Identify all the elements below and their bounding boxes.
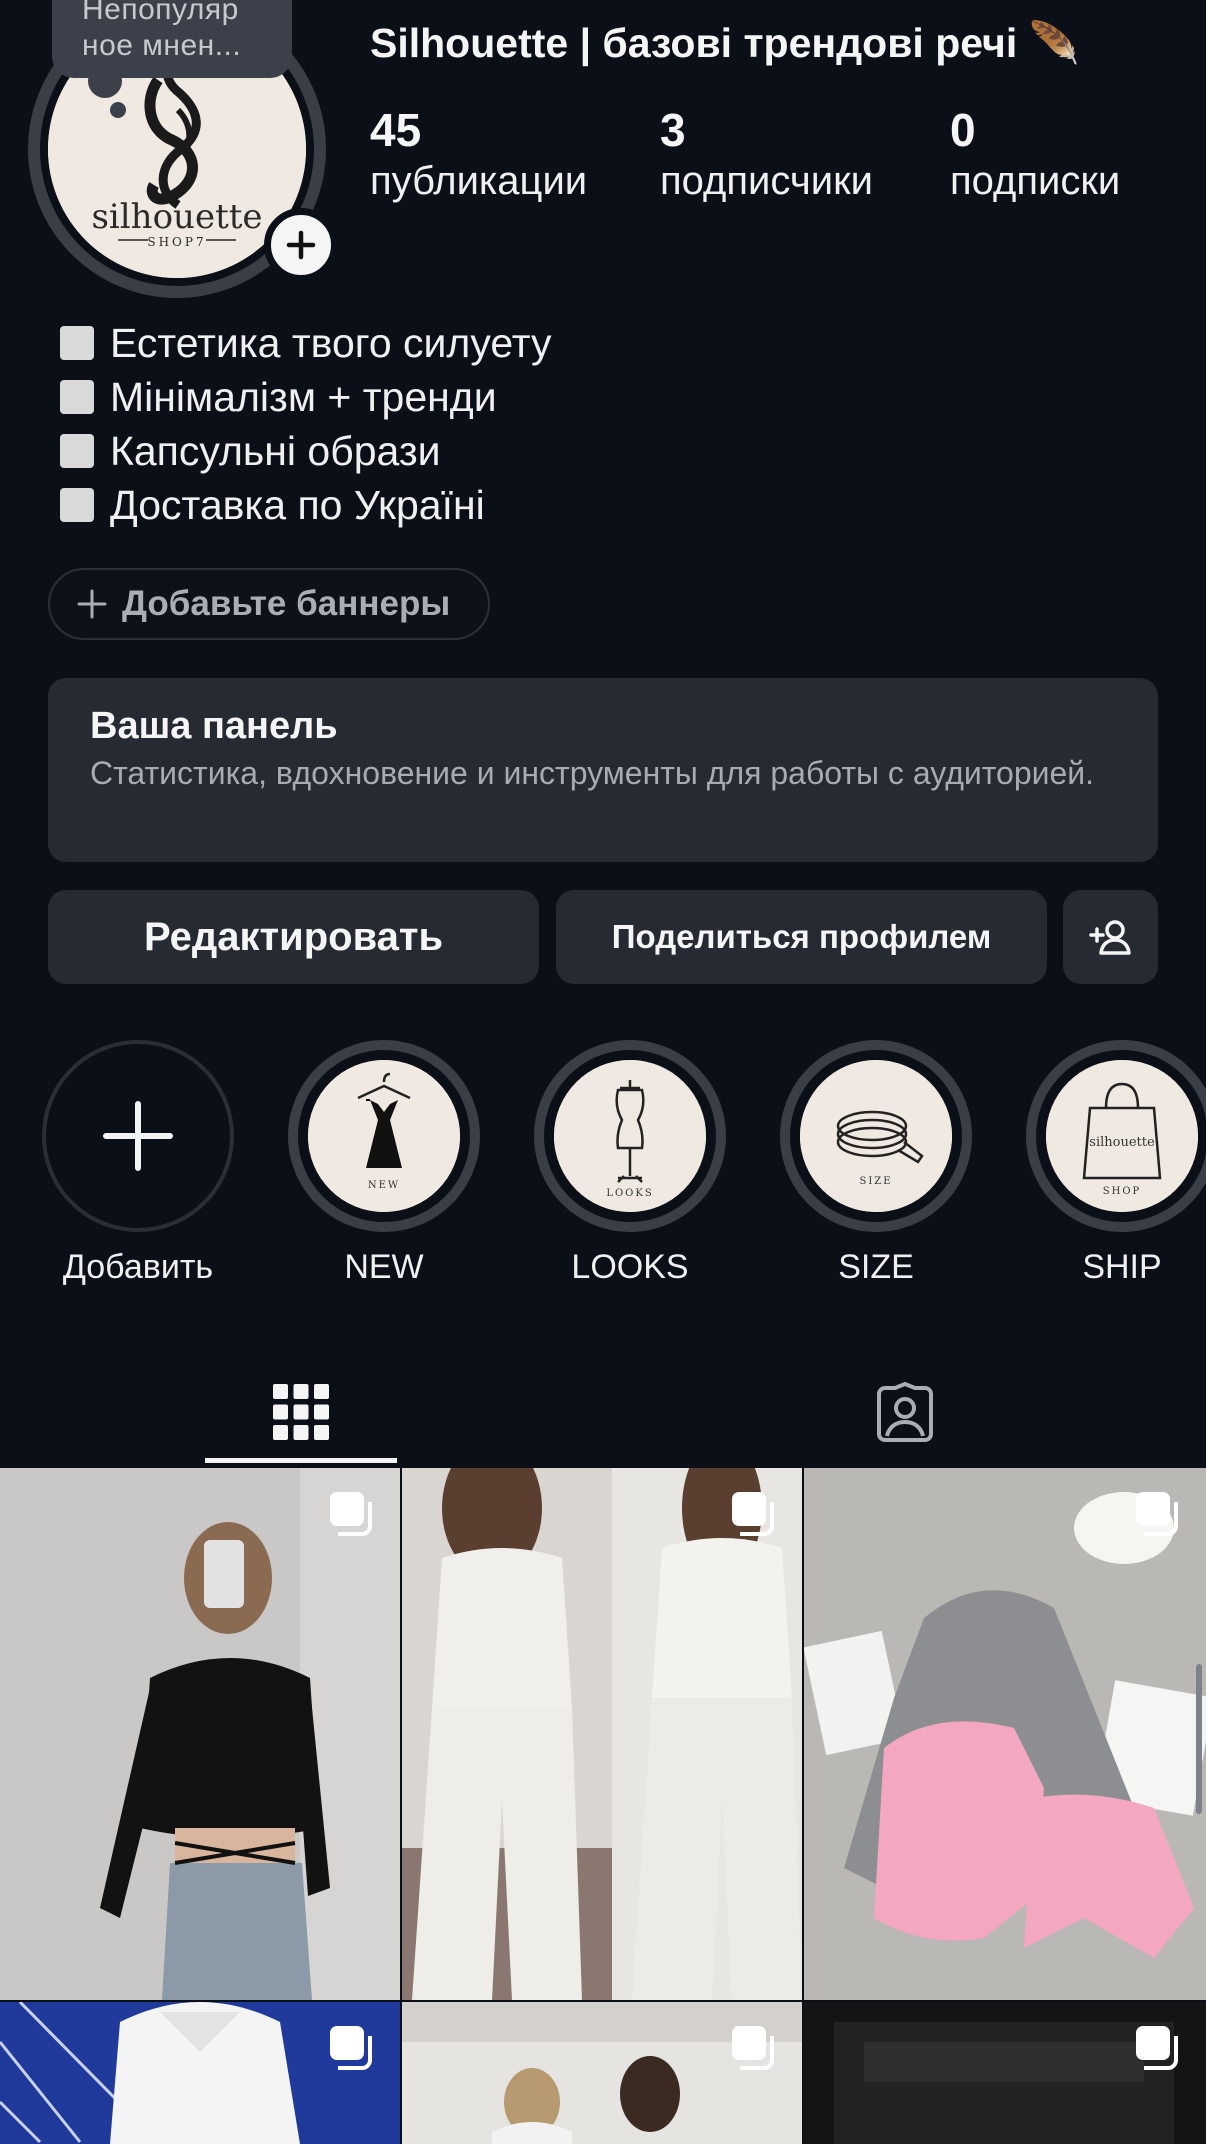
profile-name: Silhouette | базові трендові речі 🪶	[370, 20, 1080, 66]
bio-text: Естетика твого силуету	[110, 319, 552, 366]
highlight-label: Добавить	[62, 1248, 214, 1286]
note-bubble[interactable]: Непопуляр ное мнен...	[52, 0, 292, 78]
highlight-add[interactable]: Добавить	[42, 1040, 234, 1287]
stat-followers-label: подписчики	[660, 159, 873, 203]
stat-followers-value: 3	[660, 104, 686, 156]
white-square-icon	[60, 488, 94, 522]
bio-line: Доставка по Україні	[60, 478, 552, 532]
highlight-label: LOOKS	[571, 1248, 689, 1286]
bio-text: Доставка по Україні	[110, 481, 485, 528]
share-profile-button[interactable]: Поделиться профилем	[556, 890, 1047, 984]
note-text: Непопуляр ное мнен...	[82, 0, 242, 62]
discover-people-button[interactable]	[1063, 890, 1158, 984]
svg-text:silhouette: silhouette	[1089, 1135, 1155, 1150]
add-banners-label: Добавьте баннеры	[122, 584, 451, 623]
bio-text: Мінімалізм + тренди	[110, 373, 497, 420]
highlight-cover: SIZE	[800, 1060, 952, 1212]
add-story-button[interactable]	[264, 208, 338, 282]
carousel-icon	[1136, 2026, 1178, 2070]
tab-tagged[interactable]	[809, 1360, 1001, 1464]
post-thumbnail[interactable]	[402, 1468, 802, 2000]
post-thumbnail[interactable]	[804, 2002, 1206, 2144]
share-profile-label: Поделиться профилем	[611, 918, 992, 955]
note-bubble-tail-small	[110, 102, 126, 118]
stat-followers[interactable]: 3 подписчики	[660, 104, 873, 206]
professional-dashboard[interactable]: Ваша панель Статистика, вдохновение и ин…	[48, 678, 1158, 862]
stat-posts-label: публикации	[370, 159, 588, 203]
post-thumbnail[interactable]	[0, 1468, 400, 2000]
shopping-bag-icon: silhouette SHOP	[1046, 1060, 1198, 1212]
stat-posts-value: 45	[370, 104, 422, 156]
highlight-looks[interactable]: LOOKS LOOKS	[534, 1040, 726, 1287]
highlight-label: SIZE	[838, 1248, 914, 1286]
add-person-icon	[1088, 920, 1131, 955]
bio-line: Естетика твого силуету	[60, 316, 552, 370]
highlight-ring: silhouette SHOP	[1026, 1040, 1206, 1232]
svg-text:LOOKS: LOOKS	[606, 1188, 653, 1199]
plus-icon	[77, 589, 107, 619]
edit-profile-button[interactable]: Редактировать	[48, 890, 539, 984]
stat-posts[interactable]: 45 публикации	[370, 104, 587, 206]
tagged-icon	[877, 1382, 933, 1442]
post-image	[402, 1468, 802, 2000]
post-thumbnail[interactable]	[804, 1468, 1206, 2000]
highlight-ring: LOOKS	[534, 1040, 726, 1232]
post-thumbnail[interactable]	[402, 2002, 802, 2144]
profile-bio: Естетика твого силуету Мінімалізм + трен…	[60, 316, 552, 532]
carousel-icon	[330, 1492, 372, 1536]
plus-icon	[286, 230, 316, 260]
add-banners-button[interactable]: Добавьте баннеры	[48, 568, 490, 640]
svg-text:SIZE: SIZE	[859, 1176, 892, 1187]
svg-text:SHOP: SHOP	[1103, 1186, 1142, 1197]
svg-text:SHOP7: SHOP7	[147, 235, 206, 249]
dashboard-description: Статистика, вдохновение и инструменты дл…	[90, 755, 1095, 791]
highlight-cover: LOOKS	[554, 1060, 706, 1212]
highlight-ring: NEW	[288, 1040, 480, 1232]
mannequin-icon: LOOKS	[554, 1060, 706, 1212]
highlight-cover: silhouette SHOP	[1046, 1060, 1198, 1212]
post-image	[804, 1468, 1206, 2000]
carousel-icon	[732, 2026, 774, 2070]
post-thumbnail[interactable]	[0, 2002, 400, 2144]
highlight-cover: NEW	[308, 1060, 460, 1212]
tab-posts-grid[interactable]	[205, 1360, 397, 1464]
bio-line: Мінімалізм + тренди	[60, 370, 552, 424]
active-tab-indicator	[205, 1458, 397, 1463]
grid-icon	[273, 1384, 329, 1440]
carousel-icon	[1136, 1492, 1178, 1536]
highlight-label: NEW	[344, 1248, 424, 1286]
highlight-ring: SIZE	[780, 1040, 972, 1232]
bio-text: Капсульні образи	[110, 427, 441, 474]
carousel-icon	[732, 1492, 774, 1536]
stat-following-label: подписки	[950, 159, 1121, 203]
highlight-add-circle	[42, 1040, 234, 1232]
edit-profile-label: Редактировать	[143, 914, 444, 959]
carousel-icon	[330, 2026, 372, 2070]
white-square-icon	[60, 326, 94, 360]
dashboard-title: Ваша панель	[90, 705, 338, 747]
svg-text:silhouette: silhouette	[91, 197, 262, 237]
highlight-size[interactable]: SIZE SIZE	[780, 1040, 972, 1287]
scrollbar[interactable]	[1196, 1664, 1202, 1814]
svg-text:NEW: NEW	[368, 1180, 400, 1191]
plus-icon	[103, 1101, 173, 1171]
white-square-icon	[60, 434, 94, 468]
measuring-tape-icon: SIZE	[800, 1060, 952, 1212]
highlight-ship[interactable]: silhouette SHOP SHIP	[1026, 1040, 1206, 1287]
bio-line: Капсульні образи	[60, 424, 552, 478]
stat-following[interactable]: 0 подписки	[950, 104, 1120, 206]
highlight-new[interactable]: NEW NEW	[288, 1040, 480, 1287]
highlight-label: SHIP	[1082, 1248, 1162, 1286]
stat-following-value: 0	[950, 104, 976, 156]
white-square-icon	[60, 380, 94, 414]
dress-hanger-icon: NEW	[308, 1060, 460, 1212]
post-image	[0, 1468, 400, 2000]
